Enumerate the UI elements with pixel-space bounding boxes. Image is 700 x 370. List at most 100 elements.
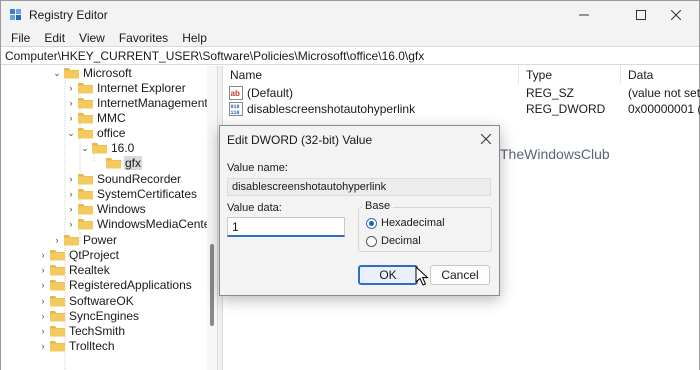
folder-icon [50, 249, 65, 261]
folder-icon [78, 97, 93, 109]
tree-item-label: QtProject [69, 248, 120, 262]
tree-item-qtproject[interactable]: › QtProject [37, 247, 120, 263]
ok-button[interactable]: OK [358, 265, 418, 285]
chevron-right-icon[interactable]: › [37, 262, 49, 278]
tree-item-label: Internet Explorer [97, 81, 186, 95]
tree-item-mmc[interactable]: › MMC [65, 110, 127, 126]
close-icon [671, 9, 681, 20]
tree-item-label: InternetManagement [97, 96, 207, 110]
value-row-disablescreenshotautohyperlink[interactable]: 010 110 disablescreenshotautohyperlink R… [223, 101, 700, 117]
tree-item-microsoft[interactable]: ⌄ Microsoft [51, 66, 133, 81]
value-data-input[interactable]: 1 [227, 217, 345, 237]
menu-help[interactable]: Help [175, 31, 214, 45]
tree-item-windows[interactable]: › Windows [65, 201, 147, 217]
folder-icon [92, 142, 107, 154]
title-bar: Registry Editor [1, 1, 699, 28]
tree-item-systemcertificates[interactable]: › SystemCertificates [65, 186, 198, 202]
tree-item-label: SystemCertificates [97, 187, 198, 201]
tree-item-power[interactable]: › Power [51, 232, 118, 248]
chevron-right-icon[interactable]: › [65, 186, 77, 202]
tree-scrollbar[interactable] [207, 66, 217, 370]
chevron-right-icon[interactable]: › [37, 293, 49, 309]
tree-item-label: MMC [97, 111, 126, 125]
column-header-name[interactable]: Name [223, 66, 519, 84]
chevron-down-icon[interactable]: ⌄ [65, 125, 77, 141]
chevron-right-icon[interactable]: › [65, 201, 77, 217]
tree-item-16-0[interactable]: ⌄ 16.0 [79, 140, 135, 156]
dialog-close-button[interactable] [477, 130, 495, 148]
chevron-down-icon[interactable]: ⌄ [51, 66, 63, 81]
watermark: TheWindowsClub [481, 146, 610, 162]
folder-icon [50, 279, 65, 291]
tree-item-registeredapplications[interactable]: › RegisteredApplications [37, 277, 193, 293]
address-path: Computer\HKEY_CURRENT_USER\Software\Poli… [5, 49, 425, 63]
tree-item-label: TechSmith [69, 324, 126, 338]
chevron-right-icon[interactable]: › [65, 110, 77, 126]
chevron-right-icon[interactable]: › [65, 216, 77, 232]
menu-file[interactable]: File [4, 31, 37, 45]
tree-item-soundrecorder[interactable]: › SoundRecorder [65, 171, 182, 187]
folder-icon [50, 340, 65, 352]
folder-icon [50, 310, 65, 322]
dialog-title: Edit DWORD (32-bit) Value [227, 133, 373, 147]
tree-item-softwareok[interactable]: › SoftwareOK [37, 293, 135, 309]
tree-item-trolltech[interactable]: › Trolltech [37, 338, 116, 354]
binary-value-icon: 010 110 [229, 102, 243, 116]
chevron-right-icon[interactable]: › [37, 323, 49, 339]
tree-item-label: 16.0 [111, 141, 135, 155]
column-header-type[interactable]: Type [519, 66, 621, 84]
tree-item-realtek[interactable]: › Realtek [37, 262, 111, 278]
tree-item-techsmith[interactable]: › TechSmith [37, 323, 126, 339]
scrollbar-thumb[interactable] [210, 244, 214, 326]
svg-text:110: 110 [231, 110, 240, 116]
registry-editor-icon [10, 9, 21, 20]
chevron-right-icon[interactable]: › [65, 171, 77, 187]
chevron-right-icon[interactable]: › [51, 232, 63, 248]
value-name-field[interactable]: disablescreenshotautohyperlink [227, 178, 491, 196]
value-name-cell: 010 110 disablescreenshotautohyperlink [229, 101, 415, 117]
column-header-data[interactable]: Data [621, 66, 699, 84]
tree-item-label: Trolltech [69, 339, 115, 353]
menu-view[interactable]: View [72, 31, 112, 45]
radio-unchecked-icon[interactable] [366, 235, 377, 247]
menu-bar: File Edit View Favorites Help [1, 28, 699, 48]
tree-item-internet-explorer[interactable]: › Internet Explorer [65, 80, 187, 96]
radio-hexadecimal[interactable]: Hexadecimal [366, 217, 445, 229]
radio-checked-icon[interactable] [366, 217, 377, 229]
folder-icon [106, 157, 121, 169]
tree-item-gfx[interactable]: gfx [105, 155, 143, 171]
tree-item-office[interactable]: ⌄ office [65, 125, 126, 141]
tree-item-internetmanagement[interactable]: › InternetManagement [65, 95, 208, 111]
chevron-right-icon[interactable]: › [65, 95, 77, 111]
tree-item-syncengines[interactable]: › SyncEngines [37, 308, 140, 324]
folder-icon [64, 234, 79, 246]
registry-tree[interactable]: ⌄ Microsoft › Internet Explorer › Intern… [1, 66, 207, 370]
value-data: 0x00000001 (1) [628, 102, 700, 116]
tree-item-label: WindowsMediaCente [97, 217, 207, 231]
maximize-icon [636, 9, 646, 20]
radio-decimal[interactable]: Decimal [366, 235, 421, 247]
base-label: Base [362, 200, 394, 212]
chevron-down-icon[interactable]: ⌄ [79, 140, 91, 156]
chevron-right-icon[interactable]: › [65, 80, 77, 96]
address-bar[interactable]: Computer\HKEY_CURRENT_USER\Software\Poli… [1, 46, 699, 65]
registry-editor-window: Registry Editor File Edit View Favorites… [0, 0, 700, 370]
chevron-right-icon[interactable]: › [37, 247, 49, 263]
chevron-right-icon[interactable]: › [37, 277, 49, 293]
cancel-button[interactable]: Cancel [430, 265, 490, 285]
menu-favorites[interactable]: Favorites [112, 31, 175, 45]
folder-icon [50, 295, 65, 307]
value-row-default[interactable]: ab (Default) REG_SZ (value not set) [223, 85, 700, 101]
close-button[interactable] [653, 1, 699, 28]
mouse-cursor-icon [415, 266, 429, 286]
value-name: (Default) [247, 86, 294, 100]
menu-edit[interactable]: Edit [37, 31, 72, 45]
tree-item-windowsmediacenter[interactable]: › WindowsMediaCente [65, 216, 208, 232]
chevron-right-icon[interactable]: › [37, 308, 49, 324]
chevron-right-icon[interactable]: › [37, 338, 49, 354]
minimize-button[interactable] [561, 1, 607, 28]
tree-item-label: SoundRecorder [97, 172, 182, 186]
value-name-cell: ab (Default) [229, 85, 293, 101]
tree-item-label: SoftwareOK [69, 294, 134, 308]
value-data: (value not set) [628, 86, 700, 100]
